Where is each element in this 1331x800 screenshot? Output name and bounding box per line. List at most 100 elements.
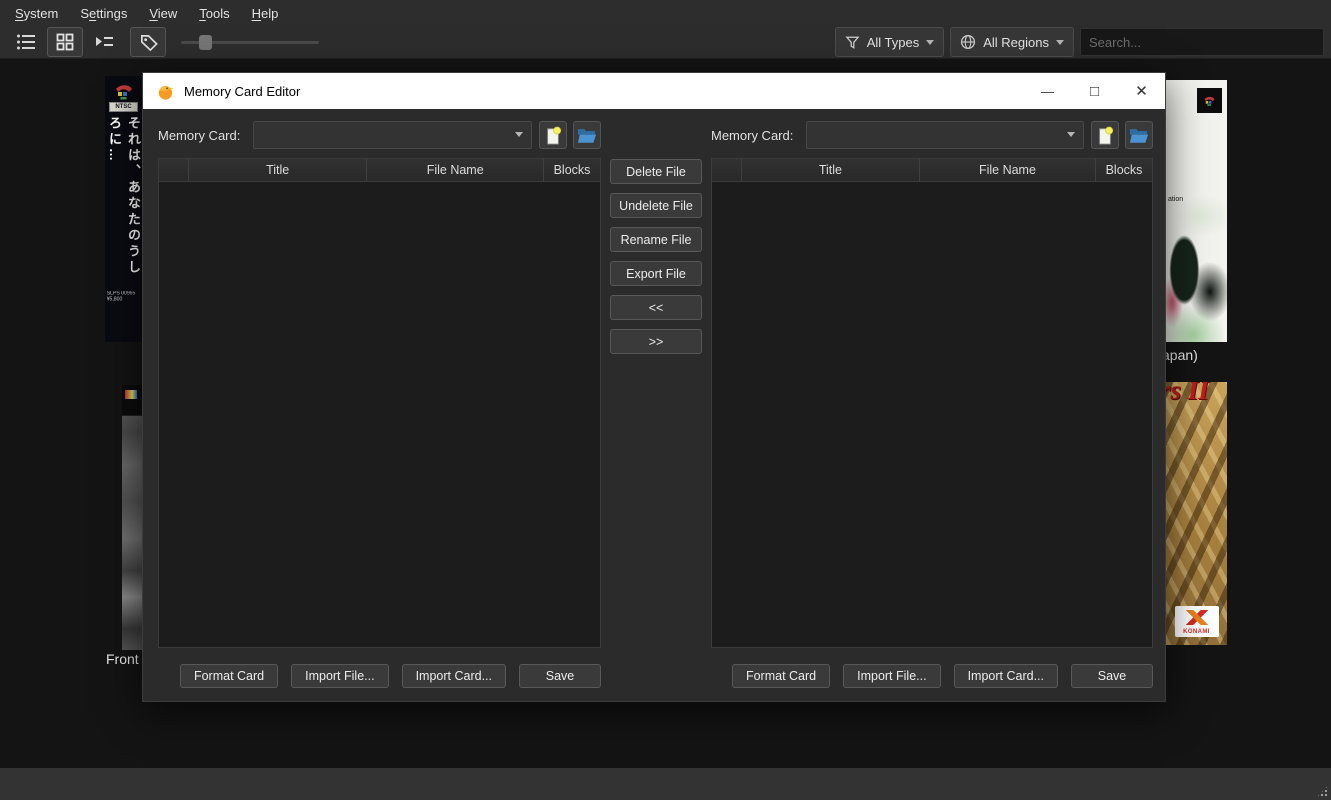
memory-card-label: Memory Card: xyxy=(711,128,793,143)
cover-scale-slider[interactable] xyxy=(181,28,319,56)
status-bar xyxy=(0,768,1331,800)
right-actions: Format Card Import File... Import Card..… xyxy=(711,664,1153,688)
duckstation-icon xyxy=(156,82,175,101)
slider-handle[interactable] xyxy=(199,35,212,50)
left-open-card-button[interactable] xyxy=(573,121,601,149)
game-title-left-bottom[interactable]: Front xyxy=(106,651,139,667)
menu-view[interactable]: View xyxy=(138,0,188,26)
game-cover-left-top[interactable]: NTSC それは、あなたのうしろに… SLPS 00965 ¥5,800 xyxy=(105,76,142,342)
playstation-logo-icon xyxy=(112,81,136,101)
right-save-button[interactable]: Save xyxy=(1071,664,1153,688)
minimize-button[interactable]: — xyxy=(1024,73,1071,109)
column-header-icon[interactable] xyxy=(712,159,742,181)
merge-view-icon xyxy=(94,34,114,50)
right-open-card-button[interactable] xyxy=(1125,121,1153,149)
publisher-name: KONAMI xyxy=(1183,629,1210,635)
menubar: System Settings View Tools Help xyxy=(0,0,1331,26)
main-window-chrome: System Settings View Tools Help xyxy=(0,0,1331,59)
menu-tools[interactable]: Tools xyxy=(188,0,240,26)
column-header-file-name[interactable]: File Name xyxy=(920,159,1096,181)
right-format-card-button[interactable]: Format Card xyxy=(732,664,830,688)
right-file-list[interactable] xyxy=(712,182,1152,647)
grid-view-button[interactable] xyxy=(47,27,83,57)
column-header-title[interactable]: Title xyxy=(742,159,920,181)
chevron-down-icon xyxy=(926,40,934,45)
merge-view-button[interactable] xyxy=(89,29,119,55)
maximize-button[interactable]: □ xyxy=(1071,73,1118,109)
funnel-icon xyxy=(845,35,860,50)
tag-icon xyxy=(139,33,158,52)
export-file-button[interactable]: Export File xyxy=(610,261,702,286)
left-import-file-button[interactable]: Import File... xyxy=(291,664,388,688)
column-header-blocks[interactable]: Blocks xyxy=(544,159,600,181)
left-actions: Format Card Import File... Import Card..… xyxy=(158,664,601,688)
left-file-table[interactable]: Title File Name Blocks xyxy=(158,158,601,648)
left-new-card-button[interactable] xyxy=(539,121,567,149)
cover-price: ¥5,800 xyxy=(107,297,137,303)
left-memory-card-select[interactable] xyxy=(253,121,532,149)
right-new-card-button[interactable] xyxy=(1091,121,1119,149)
chevron-down-icon xyxy=(1067,132,1075,137)
right-import-card-button[interactable]: Import Card... xyxy=(954,664,1058,688)
game-cover-right-top[interactable]: ation xyxy=(1166,80,1227,342)
playstation-logo-box xyxy=(1197,88,1222,113)
cover-header-art xyxy=(122,385,142,416)
left-table-header: Title File Name Blocks xyxy=(159,159,600,182)
list-view-button[interactable] xyxy=(11,29,41,55)
right-memory-card-select[interactable] xyxy=(806,121,1084,149)
chevron-down-icon xyxy=(515,132,523,137)
right-file-table[interactable]: Title File Name Blocks xyxy=(711,158,1153,648)
list-view-icon xyxy=(16,33,36,51)
left-card-panel: Memory Card: xyxy=(158,109,601,703)
dialog-titlebar: Memory Card Editor — □ ✕ xyxy=(143,73,1165,109)
maximize-icon: □ xyxy=(1090,83,1099,100)
transfer-buttons: Delete File Undelete File Rename File Ex… xyxy=(601,109,711,703)
right-import-file-button[interactable]: Import File... xyxy=(843,664,940,688)
menu-system[interactable]: System xyxy=(4,0,69,26)
memory-card-editor-dialog: Memory Card Editor — □ ✕ Memory Card: xyxy=(142,72,1166,702)
dialog-title: Memory Card Editor xyxy=(184,84,300,99)
open-folder-icon xyxy=(1129,127,1149,144)
delete-file-button[interactable]: Delete File xyxy=(610,159,702,184)
column-header-title[interactable]: Title xyxy=(189,159,367,181)
cover-title-fragment: rs II xyxy=(1166,382,1209,406)
memory-card-label: Memory Card: xyxy=(158,128,240,143)
undelete-file-button[interactable]: Undelete File xyxy=(610,193,702,218)
rename-file-button[interactable]: Rename File xyxy=(610,227,702,252)
menu-help[interactable]: Help xyxy=(241,0,290,26)
toolbar-filters: All Types All Regions xyxy=(835,27,1324,57)
chevron-down-icon xyxy=(1056,40,1064,45)
new-file-icon xyxy=(544,126,562,145)
konami-logo-icon xyxy=(1185,610,1209,625)
column-header-icon[interactable] xyxy=(159,159,189,181)
close-button[interactable]: ✕ xyxy=(1118,73,1165,109)
minimize-icon: — xyxy=(1041,84,1054,99)
publisher-logo-box: KONAMI xyxy=(1175,606,1219,637)
resize-grip[interactable] xyxy=(1316,785,1329,798)
type-filter-dropdown[interactable]: All Types xyxy=(835,27,945,57)
playstation-logo-icon xyxy=(1202,94,1217,107)
column-header-file-name[interactable]: File Name xyxy=(367,159,544,181)
left-save-button[interactable]: Save xyxy=(519,664,601,688)
game-cover-left-bottom[interactable] xyxy=(122,385,142,650)
column-header-blocks[interactable]: Blocks xyxy=(1096,159,1152,181)
right-table-header: Title File Name Blocks xyxy=(712,159,1152,182)
menu-settings[interactable]: Settings xyxy=(69,0,138,26)
new-file-icon xyxy=(1096,126,1114,145)
right-card-panel: Memory Card: xyxy=(711,109,1153,703)
left-file-list[interactable] xyxy=(159,182,600,647)
cover-art xyxy=(1166,162,1227,342)
show-titles-button[interactable] xyxy=(130,27,166,57)
game-title-right-top[interactable]: apan) xyxy=(1162,347,1198,363)
left-format-card-button[interactable]: Format Card xyxy=(180,664,278,688)
open-folder-icon xyxy=(577,127,597,144)
move-right-button[interactable]: >> xyxy=(610,329,702,354)
region-filter-dropdown[interactable]: All Regions xyxy=(950,27,1074,57)
move-left-button[interactable]: << xyxy=(610,295,702,320)
close-icon: ✕ xyxy=(1135,82,1148,100)
globe-icon xyxy=(960,34,976,50)
game-cover-right-bottom[interactable]: rs II KONAMI xyxy=(1166,382,1227,645)
search-input[interactable] xyxy=(1080,28,1324,56)
left-import-card-button[interactable]: Import Card... xyxy=(402,664,506,688)
grid-view-icon xyxy=(56,33,74,51)
